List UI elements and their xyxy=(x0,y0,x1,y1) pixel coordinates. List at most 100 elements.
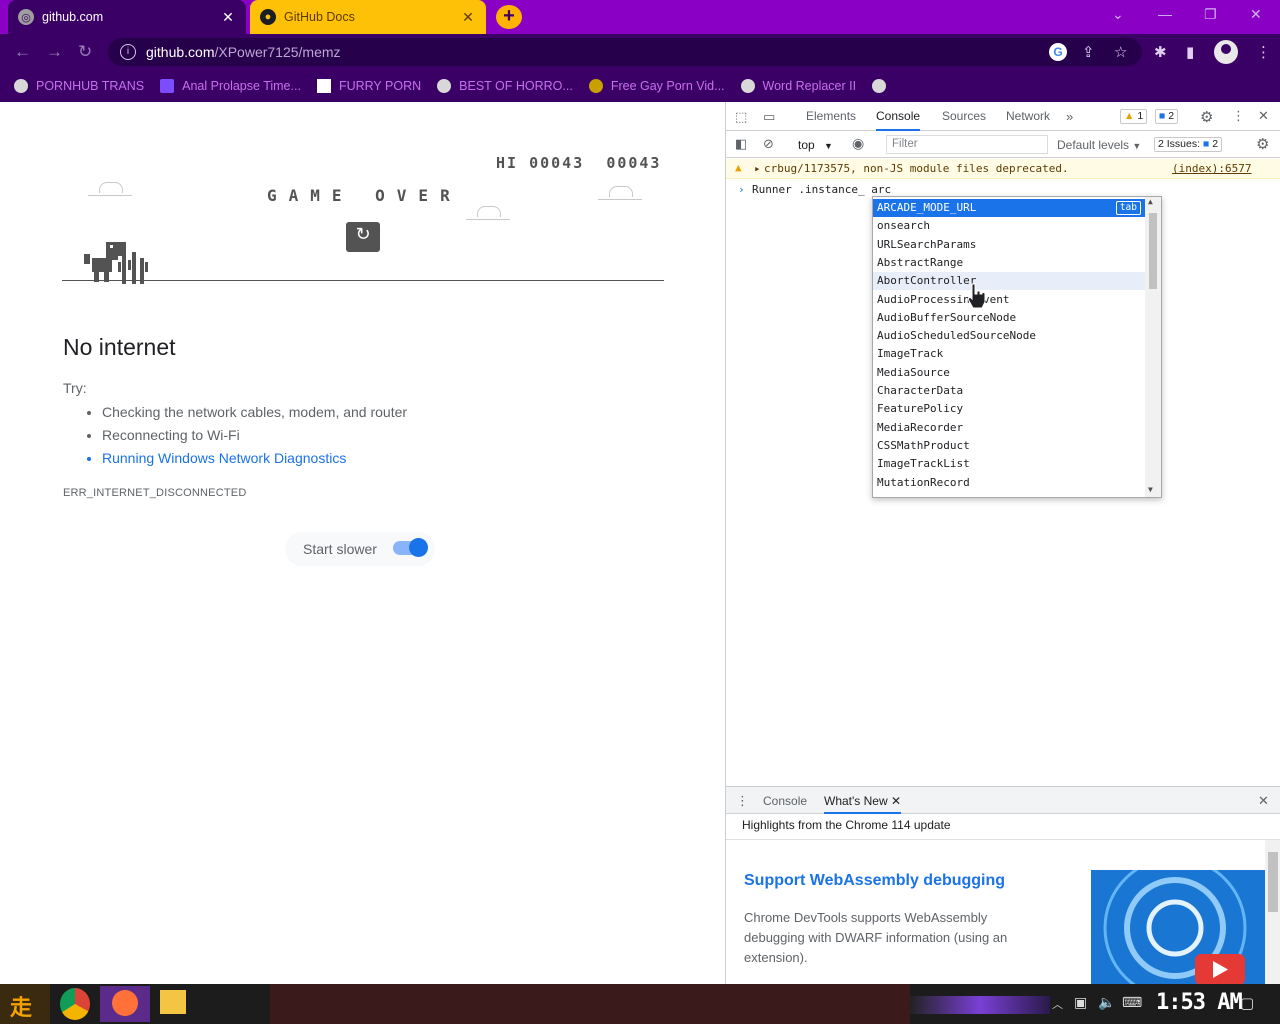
settings-gear-icon[interactable]: ⚙ xyxy=(1200,108,1213,126)
tab-github-docs[interactable]: ● GitHub Docs ✕ xyxy=(250,0,486,34)
sidebar-toggle-icon[interactable]: ◧ xyxy=(735,136,747,152)
notifications-icon[interactable]: ▢ xyxy=(1240,994,1254,1012)
drawer-tab-console[interactable]: Console xyxy=(763,794,807,808)
close-tab-icon[interactable]: ✕ xyxy=(460,9,476,26)
autocomplete-item[interactable]: MediaSource xyxy=(873,364,1145,382)
scroll-thumb[interactable] xyxy=(1149,213,1157,289)
globe-icon xyxy=(437,79,452,93)
restore-icon[interactable]: ❐ xyxy=(1204,6,1217,23)
warnings-badge[interactable]: ▲ 1 xyxy=(1120,109,1148,124)
chrome-taskbar-icon[interactable] xyxy=(60,988,90,1020)
bookmark-item[interactable]: PORNHUB TRANS xyxy=(14,79,144,93)
tab-sources[interactable]: Sources xyxy=(942,102,986,131)
try-label: Try: xyxy=(63,380,87,396)
volume-icon[interactable]: 🔈 xyxy=(1098,994,1115,1011)
warning-source-link[interactable]: (index):6577 xyxy=(1172,162,1251,175)
autocomplete-item[interactable]: AudioScheduledSourceNode xyxy=(873,327,1145,345)
tab-network[interactable]: Network xyxy=(1006,102,1050,131)
tab-search-icon[interactable]: ⌄ xyxy=(1112,6,1124,23)
devtools-menu-icon[interactable]: ⋮ xyxy=(1232,108,1245,124)
log-levels-dropdown[interactable]: Default levels ▼ xyxy=(1057,138,1141,152)
scroll-down-icon[interactable]: ▼ xyxy=(1148,485,1153,494)
close-tab-icon[interactable]: ✕ xyxy=(891,794,901,808)
close-window-icon[interactable]: ✕ xyxy=(1250,6,1262,23)
start-slower-toggle[interactable] xyxy=(393,538,428,557)
whats-new-title[interactable]: Support WebAssembly debugging xyxy=(744,872,1005,890)
autocomplete-item[interactable]: ARCADE_MODE_URL tab xyxy=(873,199,1145,218)
autocomplete-item[interactable]: CSSMathProduct xyxy=(873,437,1145,455)
autocomplete-item[interactable]: onsearch xyxy=(873,217,1145,235)
show-hidden-icons-icon[interactable]: ︿ xyxy=(1052,996,1063,1012)
bookmark-item[interactable]: Word Replacer II xyxy=(740,79,856,93)
autocomplete-item[interactable]: MediaRecorder xyxy=(873,419,1145,437)
autocomplete-scrollbar[interactable]: ▲ ▼ xyxy=(1145,197,1161,497)
log-levels-label: Default levels xyxy=(1057,138,1130,152)
side-panel-icon[interactable]: ▮ xyxy=(1186,43,1194,61)
close-devtools-icon[interactable]: ✕ xyxy=(1258,108,1269,124)
inspect-element-icon[interactable]: ⬚ xyxy=(735,109,747,125)
autocomplete-item[interactable]: CharacterData xyxy=(873,382,1145,400)
start-slower-control[interactable]: Start slower xyxy=(285,532,435,566)
profile-avatar[interactable] xyxy=(1214,40,1238,64)
tab-github[interactable]: ◎ github.com ✕ xyxy=(8,0,246,34)
prompt-input-text[interactable]: Runner .instance_ arc xyxy=(752,183,891,196)
file-explorer-icon[interactable] xyxy=(160,990,186,1014)
network-disconnected-icon[interactable]: ▣ xyxy=(1074,994,1087,1011)
autocomplete-item[interactable]: AudioBufferSourceNode xyxy=(873,309,1145,327)
context-selector[interactable]: top ▼ xyxy=(798,138,833,152)
google-lens-icon[interactable]: G xyxy=(1049,43,1067,61)
scroll-up-icon[interactable]: ▲ xyxy=(1148,197,1153,206)
device-toolbar-icon[interactable]: ▭ xyxy=(763,109,775,125)
extensions-icon[interactable]: ✱ xyxy=(1154,43,1167,61)
expand-arrow-icon[interactable]: ▸ xyxy=(754,162,761,175)
bookmark-item[interactable]: Anal Prolapse Time... xyxy=(160,79,301,93)
bookmark-item[interactable]: BEST OF HORRO... xyxy=(437,79,573,93)
autocomplete-item[interactable]: ImageTrackList xyxy=(873,455,1145,473)
firefox-taskbar-icon[interactable] xyxy=(100,986,150,1022)
globe-icon xyxy=(14,79,28,93)
autocomplete-item[interactable]: AbstractRange xyxy=(873,254,1145,272)
video-thumbnail[interactable] xyxy=(1091,870,1265,985)
restart-button[interactable] xyxy=(346,222,380,252)
start-button[interactable]: 走 xyxy=(0,984,50,1024)
more-tabs-icon[interactable]: » xyxy=(1066,109,1073,124)
messages-badge[interactable]: ■ 2 xyxy=(1155,109,1179,124)
back-icon[interactable]: ← xyxy=(14,42,31,62)
bookmark-item[interactable]: FURRY PORN xyxy=(316,79,421,93)
site-info-icon[interactable]: i xyxy=(120,44,136,60)
minimize-icon[interactable]: — xyxy=(1158,6,1172,22)
issues-badge[interactable]: 2 Issues: ■ 2 xyxy=(1154,137,1223,152)
autocomplete-item[interactable]: MutationRecord xyxy=(873,474,1145,492)
live-expression-eye-icon[interactable]: ◉ xyxy=(852,135,864,152)
reload-icon[interactable]: ↻ xyxy=(78,42,92,62)
autocomplete-item[interactable]: AudioProcessingEvent xyxy=(873,291,1145,309)
bookmark-item[interactable] xyxy=(872,79,894,93)
console-settings-icon[interactable]: ⚙ xyxy=(1256,135,1269,153)
autocomplete-list[interactable]: ARCADE_MODE_URL tab onsearch URLSearchPar… xyxy=(872,196,1162,498)
scroll-thumb[interactable] xyxy=(1268,852,1278,912)
new-tab-button[interactable]: + xyxy=(496,5,522,29)
network-diagnostics-link[interactable]: Running Windows Network Diagnostics xyxy=(102,448,407,471)
forward-icon[interactable]: → xyxy=(46,42,63,62)
close-drawer-icon[interactable]: ✕ xyxy=(1258,793,1269,809)
keyboard-icon[interactable]: ⌨ xyxy=(1122,994,1142,1011)
bookmark-item[interactable]: Free Gay Porn Vid... xyxy=(588,79,725,93)
share-icon[interactable]: ⇪ xyxy=(1082,43,1095,61)
autocomplete-item[interactable]: ImageTrack xyxy=(873,345,1145,363)
close-tab-icon[interactable]: ✕ xyxy=(220,9,236,26)
taskbar-clock[interactable]: 1:53 AM xyxy=(1156,990,1243,1015)
drawer-tab-whats-new[interactable]: What's New ✕ xyxy=(824,794,902,814)
menu-icon[interactable]: ⋮ xyxy=(1256,43,1271,61)
whats-new-scrollbar[interactable] xyxy=(1265,840,1280,985)
drawer-menu-icon[interactable]: ⋮ xyxy=(736,793,749,809)
bookmark-star-icon[interactable]: ☆ xyxy=(1114,43,1127,61)
address-bar[interactable]: i github.com/XPower7125/memz xyxy=(108,38,1142,66)
drawer-tab-label: What's New xyxy=(824,794,888,808)
tab-console[interactable]: Console xyxy=(876,102,921,131)
autocomplete-item[interactable]: URLSearchParams xyxy=(873,236,1145,254)
tab-elements[interactable]: Elements xyxy=(806,102,856,131)
clear-console-icon[interactable]: ⊘ xyxy=(763,136,774,152)
autocomplete-item[interactable]: AbortController xyxy=(873,272,1145,291)
autocomplete-item[interactable]: FeaturePolicy xyxy=(873,400,1145,418)
console-filter-input[interactable]: Filter xyxy=(886,135,1048,154)
